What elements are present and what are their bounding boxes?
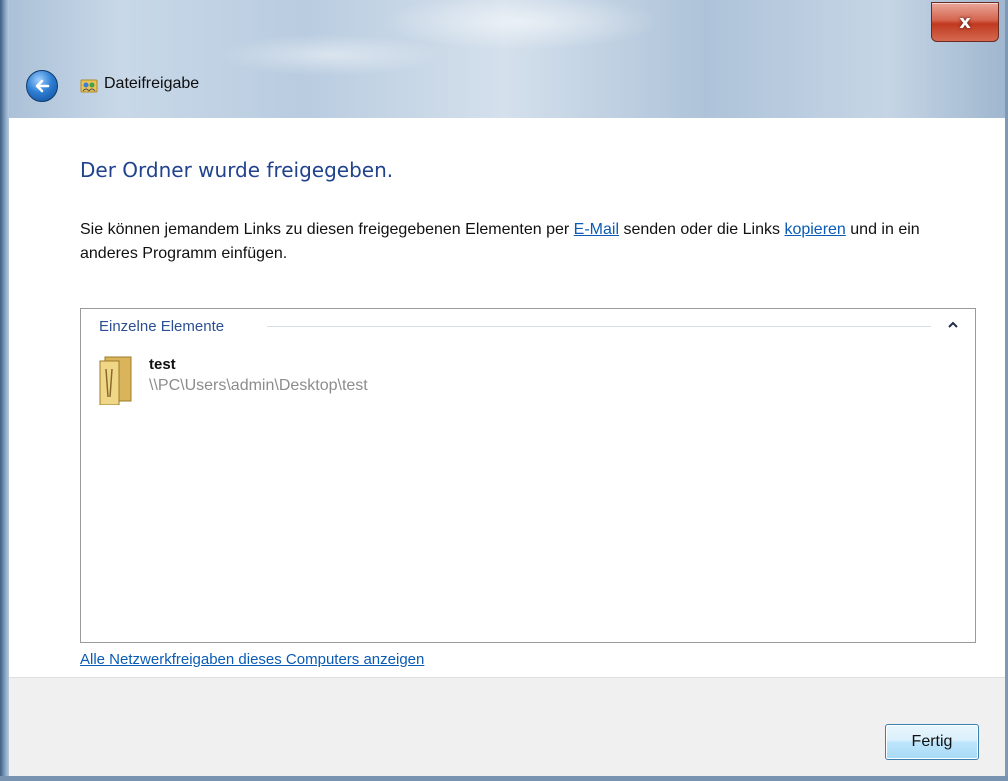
description-text: Sie können jemandem Links zu diesen frei… bbox=[80, 218, 940, 266]
window-border-left bbox=[0, 0, 9, 781]
description-part-1: Sie können jemandem Links zu diesen frei… bbox=[80, 221, 574, 238]
dialog-footer: Fertig bbox=[9, 677, 1005, 777]
window-title: Dateifreigabe bbox=[104, 75, 200, 92]
file-sharing-icon bbox=[80, 79, 98, 93]
all-network-shares-link[interactable]: Alle Netzwerkfreigaben dieses Computers … bbox=[80, 651, 424, 668]
list-item[interactable]: test \\PC\Users\admin\Desktop\test bbox=[93, 347, 493, 407]
collapse-button[interactable] bbox=[945, 317, 961, 333]
shared-items-group: Einzelne Elemente test \\PC\Users\admin\… bbox=[80, 308, 976, 643]
dialog-content: Der Ordner wurde freigegeben. Sie können… bbox=[9, 118, 1005, 677]
close-icon: x bbox=[959, 11, 971, 33]
page-title: Der Ordner wurde freigegeben. bbox=[80, 158, 394, 182]
back-arrow-icon bbox=[35, 79, 50, 93]
description-part-2: senden oder die Links bbox=[619, 221, 785, 238]
group-divider bbox=[267, 326, 931, 327]
folder-icon bbox=[99, 356, 132, 405]
chevron-up-icon bbox=[948, 321, 958, 328]
window-border-bottom bbox=[0, 776, 1008, 781]
group-header: Einzelne Elemente bbox=[99, 318, 225, 335]
item-path: \\PC\Users\admin\Desktop\test bbox=[149, 377, 368, 394]
back-button[interactable] bbox=[26, 70, 58, 102]
email-link[interactable]: E-Mail bbox=[574, 221, 619, 238]
item-name: test bbox=[149, 356, 176, 373]
close-button[interactable]: x bbox=[931, 2, 999, 42]
done-button[interactable]: Fertig bbox=[885, 724, 979, 760]
copy-link[interactable]: kopieren bbox=[784, 221, 845, 238]
